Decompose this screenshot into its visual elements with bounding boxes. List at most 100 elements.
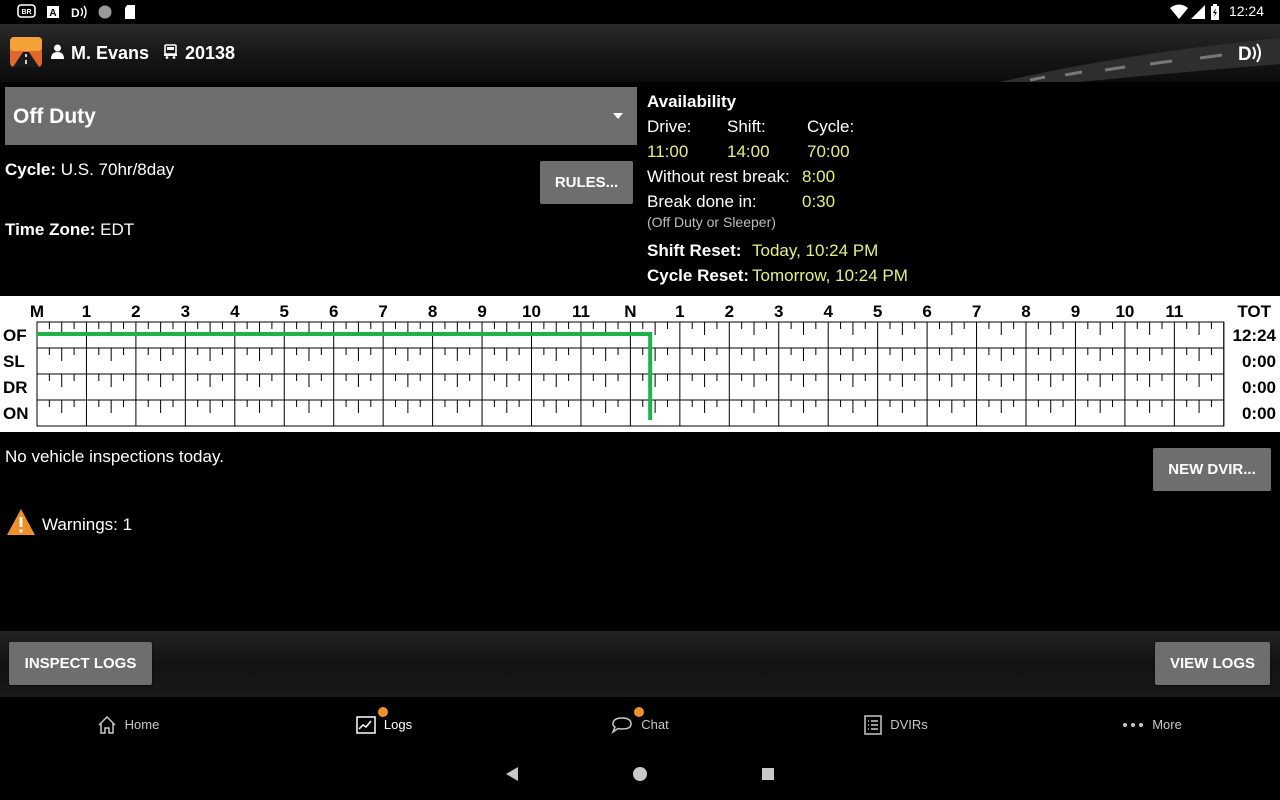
action-bar [0,631,1280,697]
hour-label: 1 [675,302,684,321]
hour-label: N [624,302,636,321]
inspect-logs-button[interactable]: INSPECT LOGS [9,642,152,685]
tab-dvirs-label: DVIRs [890,717,928,732]
tab-home-label: Home [124,717,160,732]
timezone-value: EDT [100,220,135,239]
home-icon [98,715,116,734]
truck-number[interactable]: 20138 [185,43,235,64]
row-total: 0:00 [1242,378,1276,397]
app-logo-icon[interactable] [9,36,43,68]
row-total: 0:00 [1242,352,1276,371]
chat-badge [634,707,644,717]
break-done-value: 0:30 [802,192,836,211]
back-icon[interactable] [505,766,519,782]
notification-connect-icon: D [71,5,87,20]
chat-icon [611,716,633,734]
hour-label: 6 [922,302,931,321]
new-dvir-button[interactable]: NEW DVIR... [1153,448,1271,491]
hour-label: 8 [428,302,437,321]
timezone-label: Time Zone: [5,220,96,239]
total-header: TOT [1237,302,1271,321]
tab-more[interactable]: More [1024,697,1280,752]
hour-label: 10 [1115,302,1134,321]
view-logs-button[interactable]: VIEW LOGS [1155,642,1270,685]
driver-icon [51,44,64,59]
driver-name[interactable]: M. Evans [71,43,149,64]
recents-icon[interactable] [761,766,775,782]
tab-chat[interactable]: Chat [512,697,768,752]
log-graph[interactable]: M 1 2 3 4 5 6 7 8 9 10 11 N 1 2 3 4 5 6 7 8 9 10 11 TOT OF 12:24 SL… [0,296,1280,432]
logs-icon [356,715,376,734]
hour-label: 3 [181,302,190,321]
hour-label: 5 [873,302,882,321]
hour-label: 4 [230,302,240,321]
log-graph-svg[interactable]: M 1 2 3 4 5 6 7 8 9 10 11 N 1 2 3 4 5 6 7 8 9 10 11 TOT OF 12:24 SL… [0,296,1280,432]
without-break-value: 8:00 [802,167,836,186]
availability-title: Availability [647,92,737,111]
warnings-text[interactable]: Warnings: 1 [42,515,132,535]
tab-logs-label: Logs [383,717,413,732]
hour-label: 9 [1071,302,1080,321]
hour-label: 11 [1165,302,1183,321]
hour-label: 2 [725,302,734,321]
notification-a-icon: A [47,6,59,19]
break-note: (Off Duty or Sleeper) [647,214,776,230]
hour-label: 4 [823,302,833,321]
hour-label: 3 [774,302,783,321]
signal-icon [1191,5,1205,19]
row-label: OF [3,326,27,345]
row-total: 12:24 [1233,326,1277,345]
hour-label: 8 [1021,302,1030,321]
app-header: M. Evans 20138 D [0,24,1280,82]
drive-label: Drive: [647,117,692,136]
inspections-message: No vehicle inspections today. [5,447,224,466]
row-label: SL [3,352,25,371]
break-done-label: Break done in: [647,192,757,211]
system-nav-bar [0,752,1280,800]
tab-more-label: More [1152,717,1182,732]
shift-reset-value: Today, 10:24 PM [752,241,879,260]
cycle-reset-value: Tomorrow, 10:24 PM [752,266,908,285]
more-icon [1123,722,1144,727]
drive-value: 11:00 [647,142,689,161]
clock: 12:24 [1228,3,1264,19]
cycle-value: U.S. 70hr/8day [60,160,175,179]
tab-logs[interactable]: Logs [256,697,512,752]
rules-button[interactable]: RULES... [540,161,633,204]
duty-status-value: Off Duty [13,105,96,128]
duty-status-select[interactable]: Off Duty [5,87,637,145]
hour-label: 1 [82,302,91,321]
cycle-info: Cycle: U.S. 70hr/8day [5,160,174,180]
warning-icon[interactable] [6,507,36,537]
tab-dvirs[interactable]: DVIRs [768,697,1024,752]
logs-badge [378,707,388,717]
hour-label: 6 [329,302,338,321]
status-bar: BR A D 12:24 [0,0,1280,24]
dropdown-arrow-icon [613,113,623,119]
truck-icon [164,44,177,59]
cycle-avail-label: Cycle: [807,117,855,136]
row-label: DR [3,378,28,397]
hour-label: 10 [522,302,541,321]
sd-card-icon [125,5,135,19]
svg-text:BR: BR [21,9,31,16]
svg-text:D: D [1238,44,1252,65]
hour-label: M [30,302,44,321]
cycle-reset-label: Cycle Reset: [647,266,750,285]
cycle-avail-value: 70:00 [807,142,850,161]
hour-label: 9 [477,302,486,321]
hour-label: 7 [972,302,981,321]
notification-circle-icon [98,5,112,19]
duty-status-line [37,332,653,420]
notification-br-icon: BR [17,4,36,18]
hour-label: 7 [378,302,387,321]
hour-label: 11 [572,302,590,321]
svg-text:A: A [49,8,56,19]
tab-home[interactable]: Home [0,697,256,752]
home-nav-icon[interactable] [632,766,648,782]
row-label: ON [3,404,29,423]
tab-chat-label: Chat [641,717,669,732]
vehicle-connection-icon[interactable]: D [1238,40,1264,66]
dvirs-icon [864,714,882,735]
cycle-label: Cycle: [5,160,57,179]
